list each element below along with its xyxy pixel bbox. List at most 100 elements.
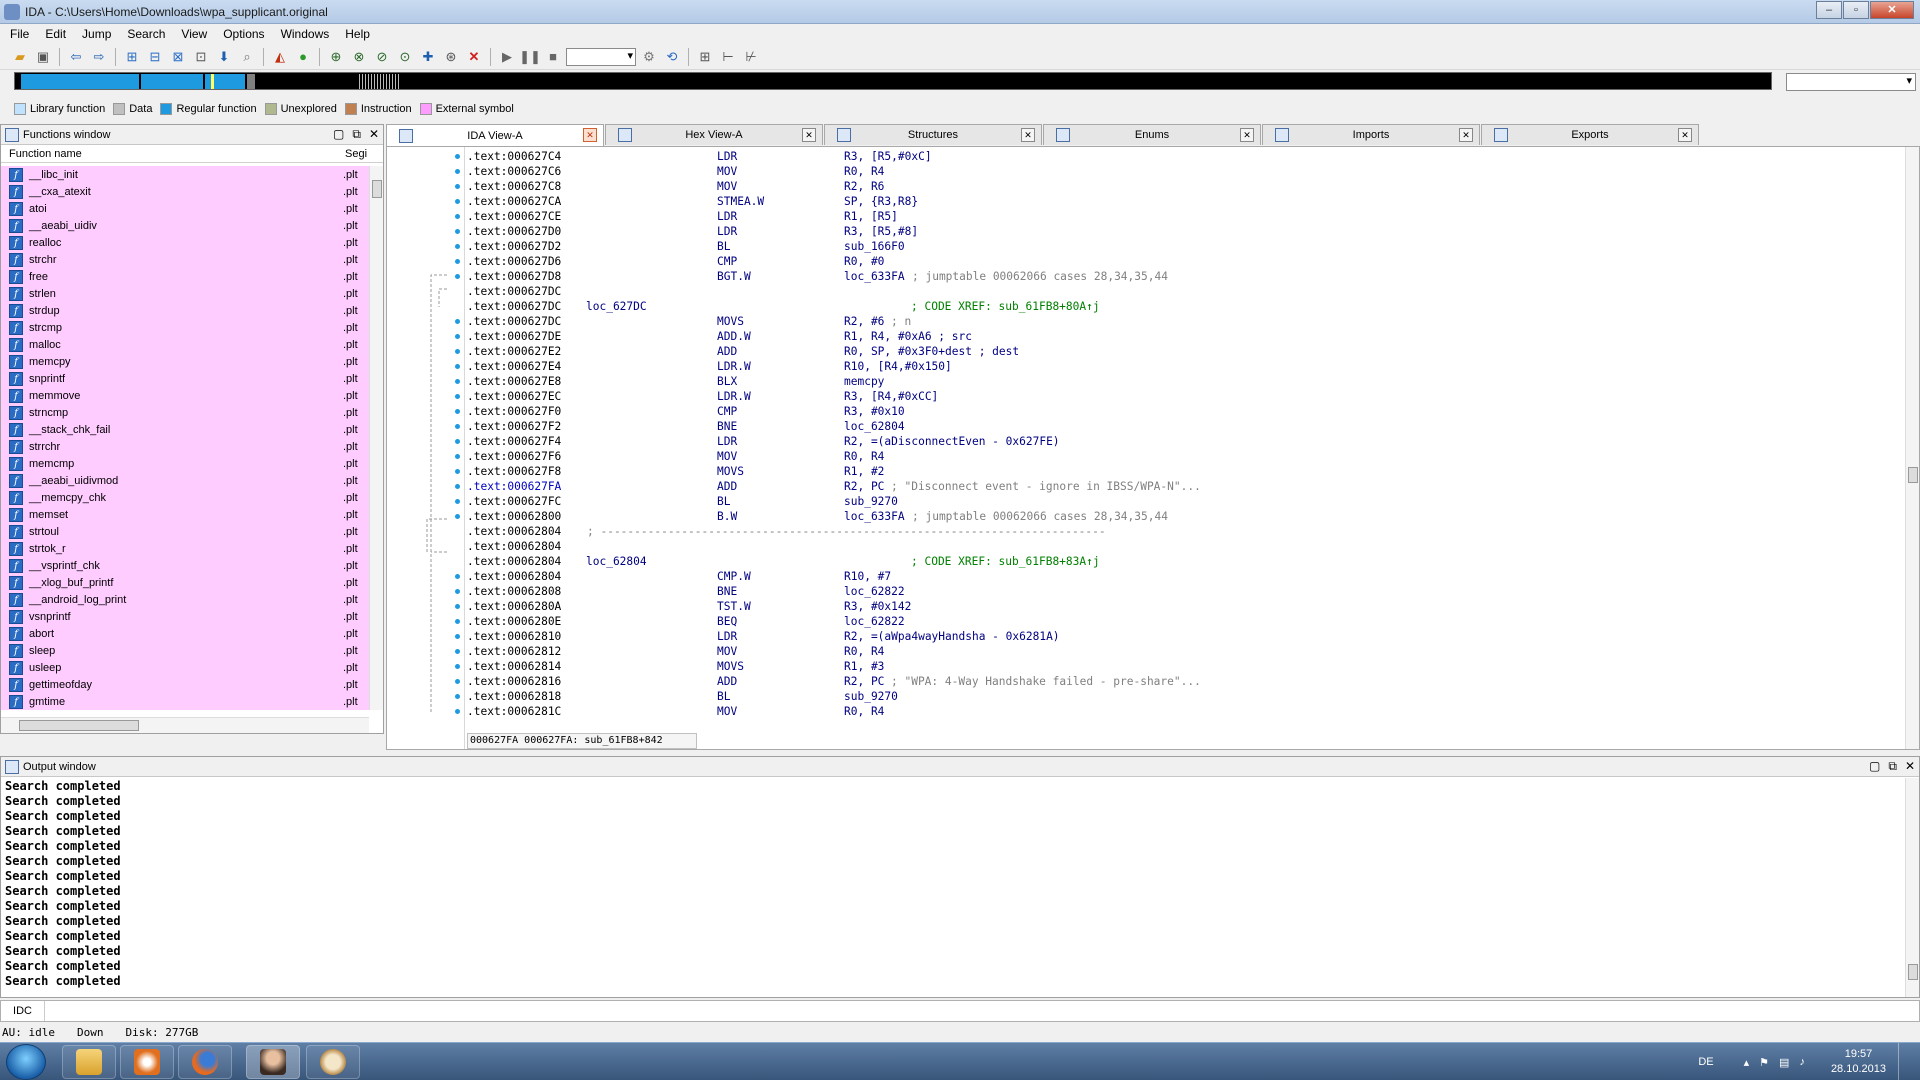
disasm-line[interactable]: .text:000627DC	[467, 284, 1897, 299]
disasm-line[interactable]: .text:00062812 MOV R0, R4	[467, 644, 1897, 659]
function-row[interactable]: f strdup .plt	[1, 302, 369, 319]
operands[interactable]: sub_9270	[844, 689, 898, 704]
operands[interactable]: R2, =(aDisconnectEven - 0x627FE)	[844, 434, 1060, 449]
code-label[interactable]: loc_62804	[586, 554, 647, 569]
disasm-line[interactable]: .text:000627DC MOVS R2, #6 ; n	[467, 314, 1897, 329]
disasm-line[interactable]: .text:000627C8 MOV R2, R6	[467, 179, 1897, 194]
make-code-icon[interactable]: ⊘	[372, 47, 392, 67]
disasm-line[interactable]: .text:00062818 BL sub_9270	[467, 689, 1897, 704]
menu-view[interactable]: View	[173, 27, 215, 41]
operands[interactable]: R1, #3	[844, 659, 884, 674]
breakpoint-dot[interactable]	[455, 484, 460, 489]
breakpoint-dot[interactable]	[455, 349, 460, 354]
scroll-thumb[interactable]	[19, 720, 139, 731]
make-data-icon[interactable]: ⊙	[395, 47, 415, 67]
function-row[interactable]: f __memcpy_chk .plt	[1, 489, 369, 506]
breakpoint-dot[interactable]	[455, 619, 460, 624]
toggle-view-icon[interactable]: ⊞	[695, 47, 715, 67]
operands[interactable]: SP, {R3,R8}	[844, 194, 918, 209]
save-icon[interactable]: ▣	[33, 47, 53, 67]
disasm-line[interactable]: .text:000627D6 CMP R0, #0	[467, 254, 1897, 269]
function-row[interactable]: f __aeabi_uidiv .plt	[1, 217, 369, 234]
close-pane-icon[interactable]: ✕	[1905, 759, 1915, 774]
disassembly-listing[interactable]: .text:000627C4 LDR R3, [R5,#0xC] .text:0006…	[467, 149, 1897, 719]
breakpoint-dot[interactable]	[455, 604, 460, 609]
run-script-icon[interactable]: ●	[293, 47, 313, 67]
network-icon[interactable]: ▤	[1779, 1056, 1789, 1069]
operands[interactable]: sub_9270	[844, 494, 898, 509]
taskbar-media-player[interactable]	[120, 1045, 174, 1079]
operands[interactable]: R10, #7	[844, 569, 891, 584]
breakpoint-dot[interactable]	[455, 634, 460, 639]
language-indicator[interactable]: DE	[1698, 1056, 1713, 1068]
disasm-line[interactable]: .text:000627CE LDR R1, [R5]	[467, 209, 1897, 224]
breakpoint-dot[interactable]	[455, 394, 460, 399]
function-row[interactable]: f __cxa_atexit .plt	[1, 183, 369, 200]
function-row[interactable]: f __android_log_print .plt	[1, 591, 369, 608]
disasm-line[interactable]: .text:000627E4 LDR.W R10, [R4,#0x150]	[467, 359, 1897, 374]
volume-icon[interactable]: ♪	[1799, 1056, 1805, 1068]
disasm-line[interactable]: .text:000627D8 BGT.W loc_633FA ; jumptable …	[467, 269, 1897, 284]
breakpoint-dot[interactable]	[455, 319, 460, 324]
trace-icon[interactable]: ⟲	[662, 47, 682, 67]
disasm-line[interactable]: .text:00062810 LDR R2, =(aWpa4wayHandsha -…	[467, 629, 1897, 644]
operands[interactable]: R0, R4	[844, 704, 884, 719]
operands[interactable]: R0, R4	[844, 644, 884, 659]
disasm-line[interactable]: .text:000627D0 LDR R3, [R5,#8]	[467, 224, 1897, 239]
operands[interactable]: loc_62822	[844, 584, 905, 599]
navigation-band-bar[interactable]	[14, 72, 1772, 90]
close-pane-icon[interactable]: ✕	[369, 127, 379, 142]
menu-help[interactable]: Help	[337, 27, 378, 41]
menu-edit[interactable]: Edit	[37, 27, 74, 41]
operands[interactable]: R2, PC	[844, 674, 884, 689]
maximize-pane-icon[interactable]: ▢	[333, 127, 344, 142]
breakpoint-dot[interactable]	[455, 229, 460, 234]
action-center-flag-icon[interactable]: ⚑	[1759, 1056, 1769, 1069]
tab-hex-view-a[interactable]: Hex View-A ✕	[605, 124, 823, 145]
idc-command-input[interactable]	[45, 1001, 1919, 1021]
graph-view-icon[interactable]: ◭	[270, 47, 290, 67]
function-row[interactable]: f memset .plt	[1, 506, 369, 523]
function-row[interactable]: f abort .plt	[1, 625, 369, 642]
breakpoint-dot[interactable]	[455, 679, 460, 684]
close-tab-icon[interactable]: ✕	[1678, 128, 1692, 142]
edit-function-icon[interactable]: ⊗	[349, 47, 369, 67]
tab-imports[interactable]: Imports ✕	[1262, 124, 1480, 145]
operands[interactable]: loc_633FA	[844, 269, 905, 284]
scroll-thumb[interactable]	[372, 180, 382, 198]
operands[interactable]: R10, [R4,#0x150]	[844, 359, 952, 374]
disasm-line[interactable]: .text:00062804 loc_62804 ; CODE XREF: sub_…	[467, 554, 1897, 569]
disasm-line[interactable]: .text:000627DE ADD.W R1, R4, #0xA6 ; src	[467, 329, 1897, 344]
debugger-select[interactable]	[566, 47, 636, 66]
maximize-button[interactable]: ▫	[1843, 1, 1869, 19]
function-row[interactable]: f realloc .plt	[1, 234, 369, 251]
breakpoint-dot[interactable]	[455, 379, 460, 384]
operands[interactable]: R3, [R5,#0xC]	[844, 149, 932, 164]
function-row[interactable]: f __libc_init .plt	[1, 166, 369, 183]
taskbar-explorer[interactable]	[62, 1045, 116, 1079]
disasm-line[interactable]: .text:0006280E BEQ loc_62822	[467, 614, 1897, 629]
function-row[interactable]: f strcmp .plt	[1, 319, 369, 336]
operands[interactable]: R1, #2	[844, 464, 884, 479]
operands[interactable]: R2, #6	[844, 314, 884, 329]
disasm-line[interactable]: .text:000627F4 LDR R2, =(aDisconnectEven -…	[467, 434, 1897, 449]
breakpoint-dot[interactable]	[455, 499, 460, 504]
back-arrow-icon[interactable]: ⇦	[66, 47, 86, 67]
operands[interactable]: R0, #0	[844, 254, 884, 269]
code-label[interactable]: loc_627DC	[586, 299, 647, 314]
function-row[interactable]: f usleep .plt	[1, 659, 369, 676]
function-row[interactable]: f vsnprintf .plt	[1, 608, 369, 625]
function-row[interactable]: f __aeabi_uidivmod .plt	[1, 472, 369, 489]
patch-icon[interactable]: ⊛	[441, 47, 461, 67]
operands[interactable]: R0, R4	[844, 449, 884, 464]
taskbar-ida[interactable]	[246, 1045, 300, 1079]
breakpoint-dot[interactable]	[455, 364, 460, 369]
operands[interactable]: R1, R4, #0xA6 ; src	[844, 329, 972, 344]
function-row[interactable]: f strchr .plt	[1, 251, 369, 268]
create-function-icon[interactable]: ⊕	[326, 47, 346, 67]
float-pane-icon[interactable]: ⧉	[352, 127, 361, 142]
menu-windows[interactable]: Windows	[273, 27, 338, 41]
disasm-line[interactable]: .text:00062800 B.W loc_633FA ; jumptable 00…	[467, 509, 1897, 524]
disasm-line[interactable]: .text:000627E8 BLX memcpy	[467, 374, 1897, 389]
operands[interactable]: R2, R6	[844, 179, 884, 194]
